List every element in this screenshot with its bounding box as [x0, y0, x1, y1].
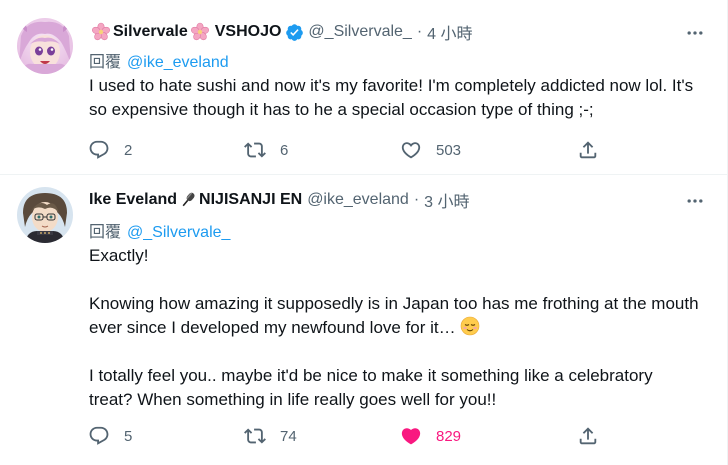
avatar[interactable]: [17, 18, 73, 74]
separator-dot: ·: [416, 23, 423, 40]
share-icon: [579, 141, 597, 159]
cherry-blossom-icon: [91, 22, 111, 42]
display-name[interactable]: Ike Eveland: [89, 191, 177, 209]
tweet-paragraph: Exactly!: [89, 246, 149, 265]
reply-icon: [89, 140, 109, 159]
tweet-header: Silvervale VSHOJO @_Silvervale_ · 4 小時: [89, 21, 473, 43]
tweet-header: Ike Eveland NIJISANJI EN @ike_eveland · …: [89, 189, 470, 211]
like-count: 829: [436, 427, 462, 445]
tweet-actions: 2 6 503: [88, 136, 608, 164]
timestamp[interactable]: 4 小時: [427, 20, 472, 44]
heart-filled-icon: [401, 428, 421, 445]
retweet-icon: [244, 428, 266, 444]
relieved-face-emoji: [460, 316, 480, 336]
cherry-blossom-icon: [190, 22, 210, 42]
like-button[interactable]: 503: [400, 136, 461, 164]
handle[interactable]: @ike_eveland: [307, 191, 409, 209]
reply-button[interactable]: 5: [88, 422, 132, 450]
replying-to: 回覆 @ike_eveland: [89, 48, 229, 72]
tweet-paragraph-text: Knowing how amazing it supposedly is in …: [89, 294, 699, 337]
separator-dot: ·: [413, 191, 420, 208]
display-name-suffix[interactable]: NIJISANJI EN: [199, 191, 302, 209]
reply-mention-link[interactable]: @_Silvervale_: [127, 224, 230, 241]
like-count: 503: [436, 141, 462, 159]
share-button[interactable]: [577, 422, 599, 450]
retweet-icon: [244, 142, 266, 158]
tweet-text: Exactly! Knowing how amazing it supposed…: [89, 244, 699, 412]
more-icon: [687, 31, 703, 35]
tweet-text: I used to hate sushi and now it's my fav…: [89, 76, 694, 119]
tweet[interactable]: Ike Eveland NIJISANJI EN @ike_eveland · …: [0, 175, 728, 465]
reply-prefix: 回覆: [89, 54, 122, 71]
retweet-count: 6: [280, 141, 289, 159]
tweet-actions: 5 74 829: [88, 422, 608, 450]
verified-badge-icon: [285, 23, 304, 42]
more-options-button[interactable]: [684, 22, 706, 44]
tweet[interactable]: Silvervale VSHOJO @_Silvervale_ · 4 小時 回…: [0, 0, 728, 174]
tweet-paragraph: I totally feel you.. maybe it'd be nice …: [89, 366, 653, 409]
reply-prefix: 回覆: [89, 224, 122, 241]
handle[interactable]: @_Silvervale_: [308, 23, 411, 41]
reply-mention-link[interactable]: @ike_eveland: [127, 54, 229, 71]
display-name[interactable]: Silvervale: [113, 23, 188, 41]
replying-to: 回覆 @_Silvervale_: [89, 218, 230, 242]
avatar[interactable]: [17, 187, 73, 243]
more-icon: [687, 199, 703, 203]
like-button[interactable]: 829: [400, 422, 461, 450]
microphone-icon: [178, 190, 198, 210]
more-options-button[interactable]: [684, 190, 706, 212]
share-button[interactable]: [577, 136, 599, 164]
reply-count: 5: [124, 427, 133, 445]
reply-button[interactable]: 2: [88, 136, 132, 164]
retweet-button[interactable]: 6: [244, 136, 288, 164]
retweet-button[interactable]: 74: [244, 422, 297, 450]
display-name-suffix[interactable]: VSHOJO: [215, 23, 282, 41]
reply-icon: [89, 426, 109, 445]
reply-count: 2: [124, 141, 133, 159]
share-icon: [579, 427, 597, 445]
retweet-count: 74: [280, 427, 297, 445]
heart-outline-icon: [401, 142, 421, 159]
tweet-paragraph: Knowing how amazing it supposedly is in …: [89, 292, 699, 340]
timestamp[interactable]: 3 小時: [424, 188, 469, 212]
